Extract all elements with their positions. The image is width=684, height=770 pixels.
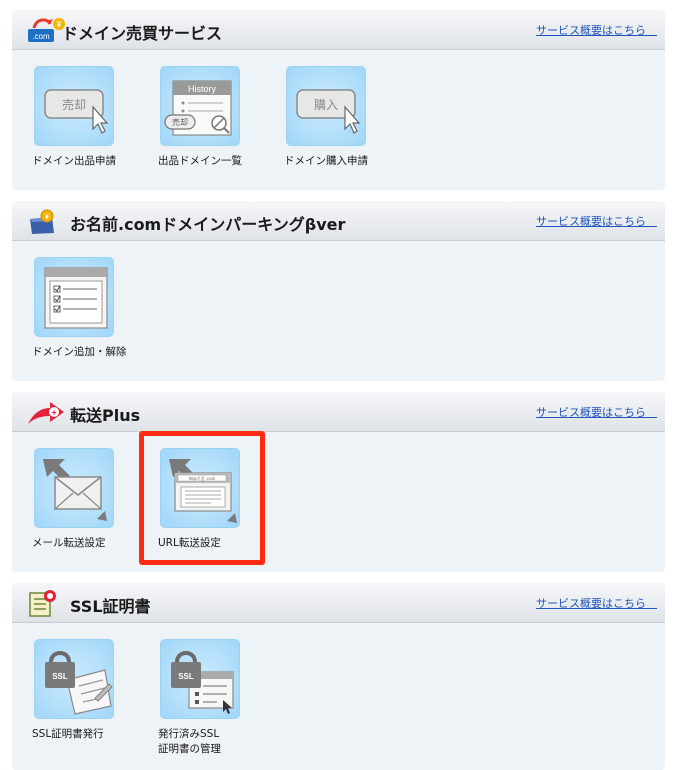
tile-label: SSL証明書発行 [32, 728, 104, 740]
certificate-icon [29, 590, 56, 617]
mail-forward-icon [43, 459, 107, 521]
service-overview-link[interactable]: サービス概要はこちら [536, 22, 657, 38]
svg-text:SSL: SSL [52, 672, 68, 681]
section-domain-parking: ¥ お名前.comドメインパーキングβver サービス概要はこちら ドメイン追加… [12, 201, 665, 381]
highlight-box [139, 431, 265, 565]
section-ssl-certificate: SSL証明書 サービス概要はこちら SSL SSL証明書発行 SSL 発行済みS… [12, 583, 665, 770]
tile-listed-domains[interactable]: History 売却 出品ドメイン一覧 [138, 66, 248, 167]
section-title: お名前.comドメインパーキングβver [70, 215, 346, 234]
tile-ssl-manage[interactable]: SSL 発行済みSSL 証明書の管理 [138, 639, 248, 755]
service-overview-link[interactable]: サービス概要はこちら [536, 595, 657, 611]
ssl-lock-list-icon: SSL [171, 651, 234, 714]
tile-icon-box [34, 448, 114, 528]
section-header: ¥ お名前.comドメインパーキングβver サービス概要はこちら [12, 201, 665, 241]
section-header: + 転送Plus サービス概要はこちら [12, 392, 665, 432]
tile-domain-buy-request[interactable]: 購入 ドメイン購入申請 [264, 66, 374, 167]
section-forwarding-plus: + 転送Plus サービス概要はこちら メール転送設定 http:// ▒ .c… [12, 392, 665, 572]
svg-text:売却: 売却 [62, 97, 86, 112]
ssl-lock-document-icon: SSL [45, 651, 113, 715]
tile-icon-box: History 売却 [160, 66, 240, 146]
section-header: SSL証明書 サービス概要はこちら [12, 583, 665, 623]
tile-label: ドメイン購入申請 [284, 155, 368, 167]
tile-icon-box: SSL [34, 639, 114, 719]
svg-text:+: + [51, 408, 56, 418]
tile-label-line1: 発行済みSSL [158, 728, 220, 740]
section-header: .com ¥ ドメイン売買サービス サービス概要はこちら [12, 10, 665, 50]
svg-text:¥: ¥ [45, 214, 49, 221]
checklist-window-icon [44, 267, 108, 329]
service-overview-link[interactable]: サービス概要はこちら [536, 404, 657, 420]
wallet-coin-icon: ¥ [30, 209, 54, 234]
svg-text:売却: 売却 [172, 117, 188, 127]
section-title: 転送Plus [70, 406, 141, 425]
tile-ssl-issue[interactable]: SSL SSL証明書発行 [12, 639, 122, 740]
tile-domain-add-remove[interactable]: ドメイン追加・解除 [12, 257, 127, 358]
svg-text:.com: .com [32, 32, 50, 41]
buy-button-cursor-icon: 購入 [296, 89, 361, 134]
tile-label-multiline: 発行済みSSL 証明書の管理 [158, 727, 221, 757]
sell-button-cursor-icon: 売却 [44, 89, 109, 134]
tile-label: メール転送設定 [32, 537, 106, 549]
tile-label: 出品ドメイン一覧 [158, 155, 242, 167]
section-title: SSL証明書 [70, 597, 151, 616]
svg-text:購入: 購入 [314, 98, 338, 112]
tile-icon-box [34, 257, 114, 337]
forward-arrow-icon: + [28, 402, 64, 424]
tile-mail-forwarding[interactable]: メール転送設定 [12, 448, 122, 549]
service-overview-link[interactable]: サービス概要はこちら [536, 213, 657, 229]
tile-icon-box: 購入 [286, 66, 366, 146]
dotcom-yen-icon: .com ¥ [28, 18, 65, 42]
svg-text:SSL: SSL [178, 672, 194, 681]
tile-label: ドメイン追加・解除 [32, 346, 127, 358]
tile-label: ドメイン出品申請 [32, 155, 116, 167]
tile-label-line2: 証明書の管理 [158, 743, 221, 755]
tile-icon-box: 売却 [34, 66, 114, 146]
svg-text:History: History [188, 84, 217, 94]
section-title: ドメイン売買サービス [62, 24, 223, 43]
tile-domain-sell-request[interactable]: 売却 ドメイン出品申請 [12, 66, 122, 167]
section-domain-trading: .com ¥ ドメイン売買サービス サービス概要はこちら 売却 ドメイン出品申請… [12, 10, 665, 190]
tile-icon-box: SSL [160, 639, 240, 719]
history-list-icon: History 売却 [164, 80, 232, 136]
